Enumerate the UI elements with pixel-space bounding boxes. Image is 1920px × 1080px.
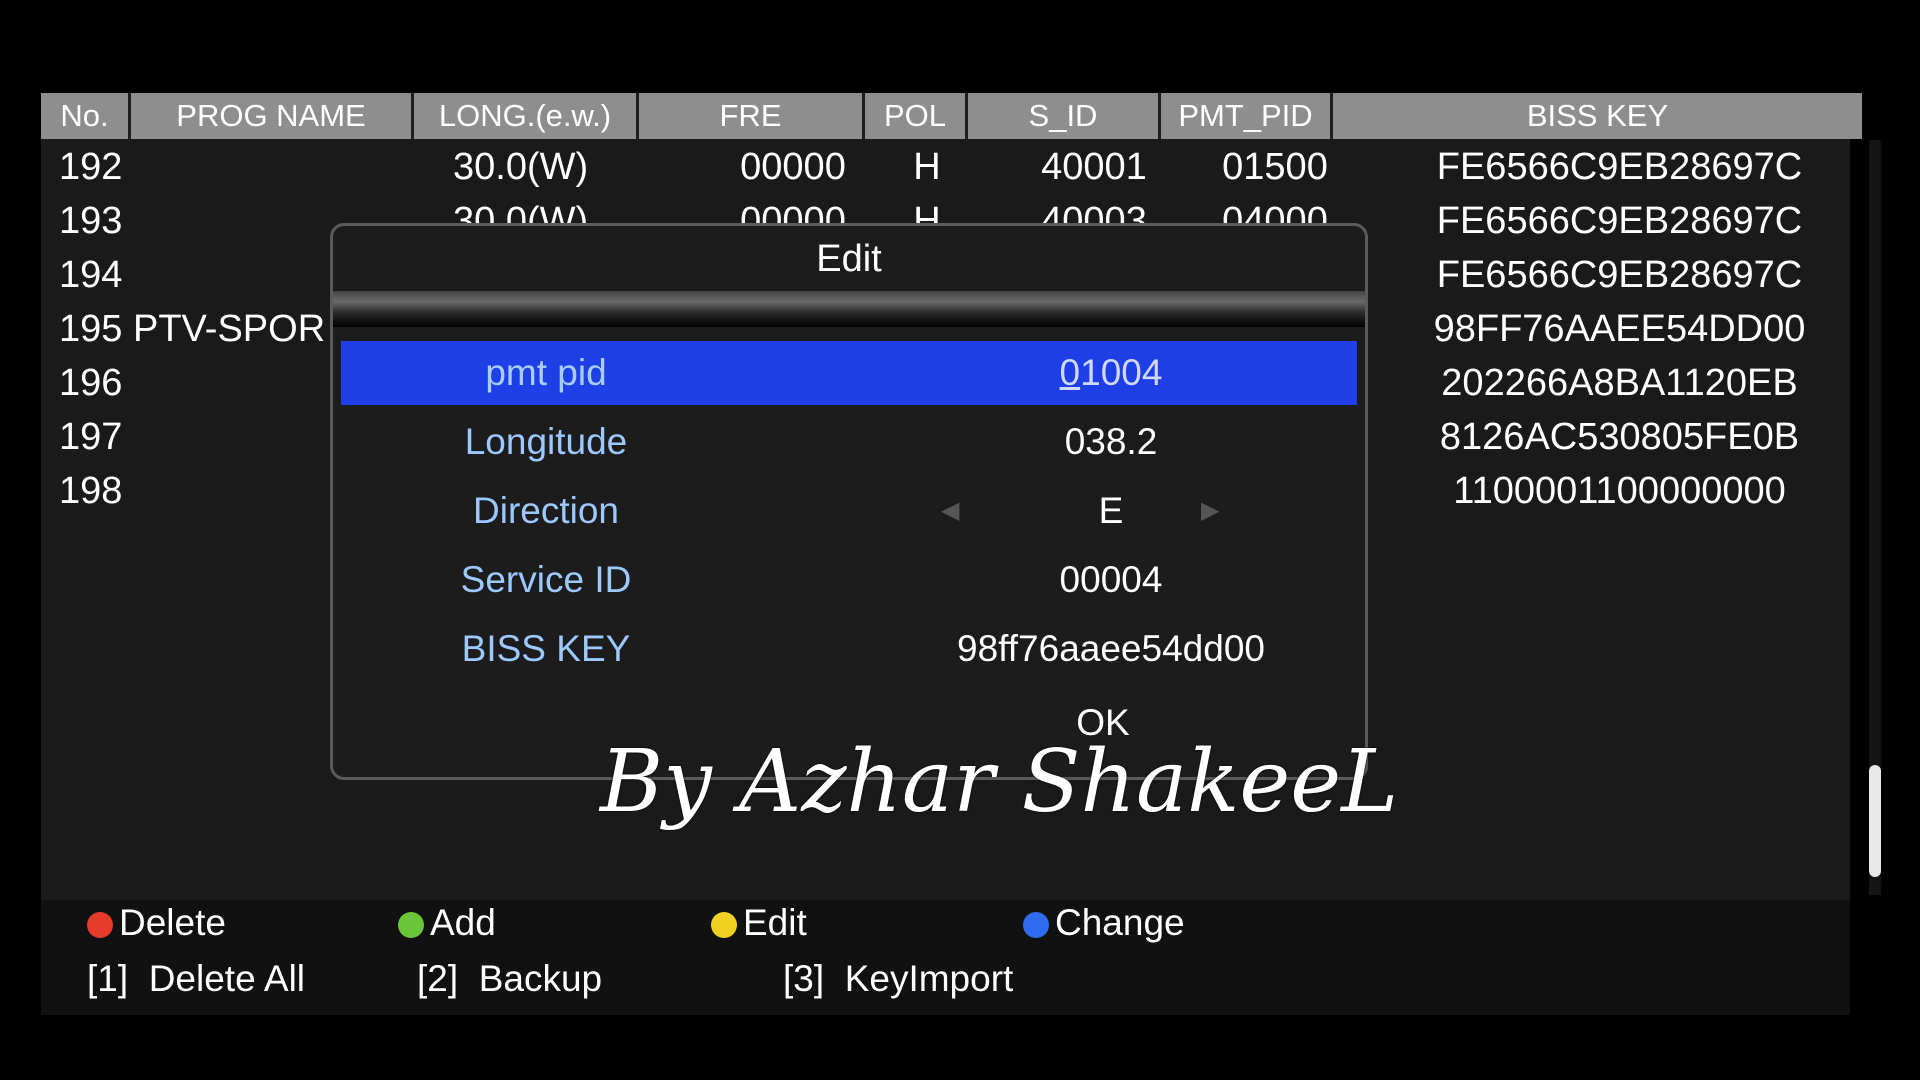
- cell-no: 195: [59, 308, 123, 350]
- header-pmt-pid: PMT_PID: [1161, 93, 1333, 139]
- field-pmt-pid[interactable]: pmt pid 01004: [341, 341, 1357, 405]
- table-header: No. PROG NAME LONG.(e.w.) FRE POL S_ID P…: [41, 93, 1862, 139]
- cell-no: 197: [59, 416, 123, 458]
- cell-biss-key: 1100001100000000: [1453, 470, 1786, 512]
- backup-label: Backup: [478, 958, 603, 999]
- yellow-dot-icon: [711, 912, 737, 938]
- keyimport-key: [3]: [783, 958, 825, 999]
- field-longitude-value[interactable]: 038.2: [911, 410, 1311, 474]
- cell-no: 192: [59, 146, 123, 188]
- cell-no: 198: [59, 470, 123, 512]
- field-pmt-pid-input[interactable]: 01004: [911, 341, 1311, 405]
- change-label: Change: [1055, 902, 1185, 943]
- dialog-title: Edit: [816, 238, 882, 280]
- field-service-id-label: Service ID: [460, 559, 632, 600]
- header-longitude: LONG.(e.w.): [414, 93, 639, 139]
- cell-longitude: 30.0(W): [453, 146, 589, 188]
- edit-dialog: Edit pmt pid 01004 Longitude 038.2 Direc…: [330, 223, 1368, 780]
- backup-hint[interactable]: [2] Backup: [417, 958, 602, 1000]
- change-key-hint[interactable]: Change: [1023, 902, 1185, 944]
- cell-biss-key: FE6566C9EB28697C: [1436, 254, 1803, 296]
- cell-polarization: H: [913, 146, 941, 188]
- arrow-right-icon[interactable]: ▶: [1201, 479, 1219, 543]
- cell-service-id: 40001: [1041, 146, 1147, 188]
- field-direction-value[interactable]: E: [911, 479, 1311, 543]
- header-no: No.: [41, 93, 131, 139]
- header-frequency: FRE: [639, 93, 865, 139]
- field-direction[interactable]: Direction ◀ E ▶: [341, 479, 1357, 543]
- delete-key-hint[interactable]: Delete: [87, 902, 226, 944]
- delete-label: Delete: [119, 902, 226, 943]
- cell-biss-key: 202266A8BA1120EB: [1441, 362, 1798, 404]
- cell-pmt-pid: 01500: [1222, 146, 1328, 188]
- cell-biss-key: 8126AC530805FE0B: [1439, 416, 1800, 458]
- field-biss-key-value[interactable]: 98ff76aaee54dd00: [911, 617, 1311, 681]
- field-biss-key-label: BISS KEY: [461, 628, 631, 669]
- header-service-id: S_ID: [968, 93, 1161, 139]
- delete-all-key: [1]: [87, 958, 129, 999]
- delete-all-label: Delete All: [148, 958, 306, 999]
- input-cursor-digit: 0: [1059, 352, 1081, 393]
- cell-no: 196: [59, 362, 123, 404]
- field-service-id[interactable]: Service ID 00004: [341, 548, 1357, 612]
- green-dot-icon: [398, 912, 424, 938]
- field-direction-label: Direction: [473, 490, 619, 531]
- watermark-text: By Azhar ShakeeL: [600, 732, 1399, 832]
- cell-no: 193: [59, 200, 123, 242]
- field-pmt-pid-label: pmt pid: [485, 352, 607, 393]
- blue-dot-icon: [1023, 912, 1049, 938]
- add-key-hint[interactable]: Add: [398, 902, 496, 944]
- keyimport-hint[interactable]: [3] KeyImport: [783, 958, 1013, 1000]
- header-biss-key: BISS KEY: [1333, 93, 1862, 139]
- backup-key: [2]: [417, 958, 459, 999]
- field-longitude[interactable]: Longitude 038.2: [341, 410, 1357, 474]
- input-remaining-digits: 1004: [1080, 352, 1163, 393]
- dialog-title-bar: [333, 291, 1365, 327]
- cell-biss-key: FE6566C9EB28697C: [1436, 200, 1803, 242]
- field-longitude-label: Longitude: [464, 421, 628, 462]
- scrollbar-thumb[interactable]: [1869, 765, 1881, 877]
- header-prog-name: PROG NAME: [131, 93, 414, 139]
- cell-prog-name: PTV-SPOR: [133, 308, 326, 350]
- cell-biss-key: 98FF76AAEE54DD00: [1433, 308, 1806, 350]
- field-biss-key[interactable]: BISS KEY 98ff76aaee54dd00: [341, 617, 1357, 681]
- cell-biss-key: FE6566C9EB28697C: [1436, 146, 1803, 188]
- red-dot-icon: [87, 912, 113, 938]
- add-label: Add: [430, 902, 496, 943]
- edit-label: Edit: [743, 902, 807, 943]
- footer-help-bar: Delete Add Edit Change [1] Delete All [2…: [41, 900, 1850, 1015]
- edit-key-hint[interactable]: Edit: [711, 902, 807, 944]
- cell-no: 194: [59, 254, 123, 296]
- delete-all-hint[interactable]: [1] Delete All: [87, 958, 305, 1000]
- keyimport-label: KeyImport: [844, 958, 1014, 999]
- table-row[interactable]: 192 30.0(W) 00000 H 40001 01500 FE6566C9…: [41, 140, 1850, 194]
- field-service-id-value[interactable]: 00004: [911, 548, 1311, 612]
- header-polarization: POL: [865, 93, 968, 139]
